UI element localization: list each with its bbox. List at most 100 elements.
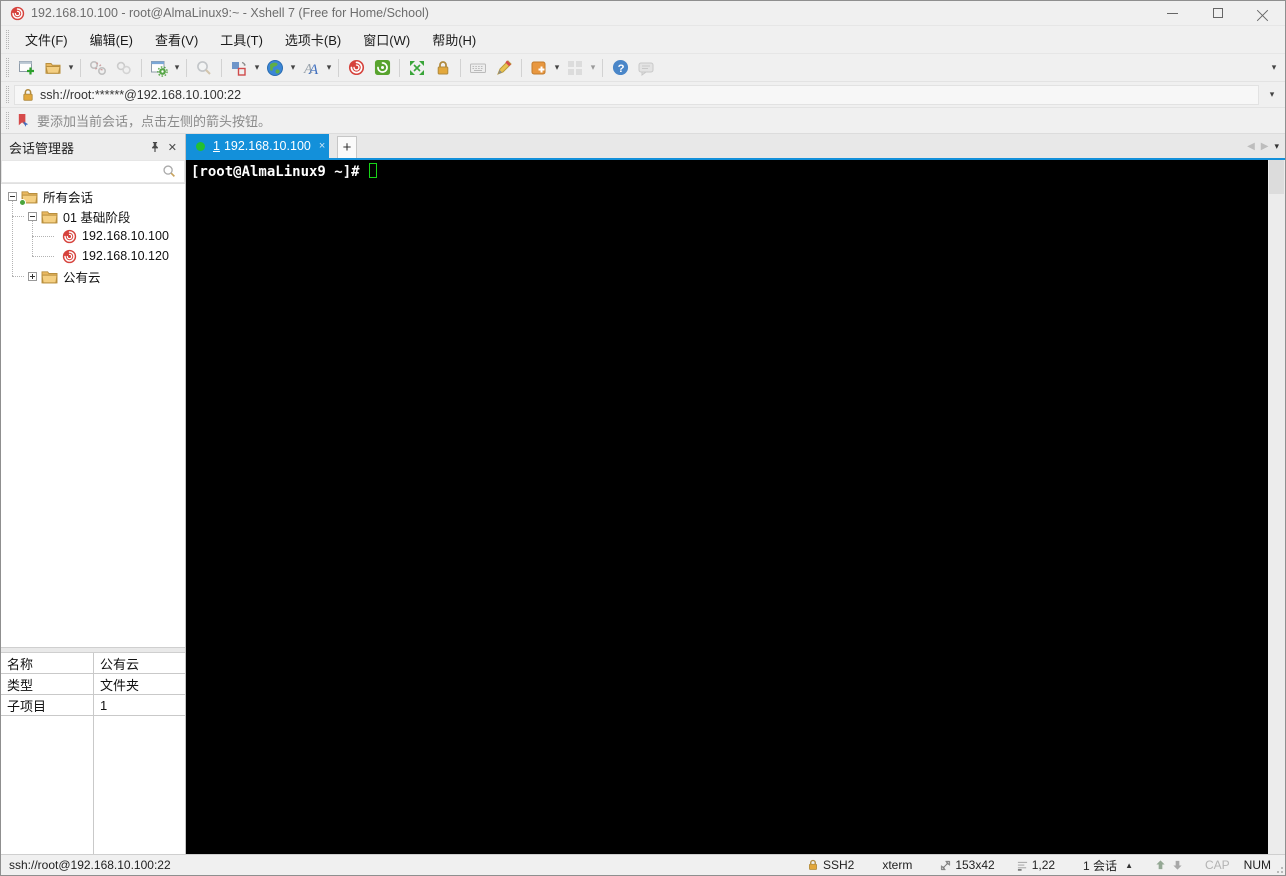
open-dropdown[interactable]: ▾ (66, 62, 76, 73)
minimize-button[interactable] (1150, 1, 1195, 25)
address-bar: ssh://root:******@192.168.10.100:22 ▾ (1, 81, 1285, 107)
tab-scroll-left-icon[interactable]: ◀ (1247, 141, 1255, 152)
xshell-logo-icon (10, 6, 25, 21)
menu-bar: 文件(F) 编辑(E) 查看(V) 工具(T) 选项卡(B) 窗口(W) 帮助(… (1, 25, 1285, 53)
fullscreen-button[interactable] (404, 56, 430, 80)
compose-button[interactable] (491, 56, 517, 80)
status-bar: ssh://root@192.168.10.100:22 SSH2 xterm … (1, 854, 1285, 875)
session-list-icon[interactable]: ▲ (1125, 861, 1133, 870)
collapse-icon[interactable] (8, 191, 17, 201)
menu-window[interactable]: 窗口(W) (352, 26, 421, 53)
status-session-count[interactable]: 1 会话 ▲ (1083, 857, 1133, 874)
new-session-button[interactable] (14, 56, 40, 80)
new-tab-plus-button[interactable]: + (337, 136, 357, 158)
main-area: 会话管理器 ✕ 所有会话 01 基础阶段 192.168.10.100 192.… (1, 133, 1285, 854)
expand-icon[interactable] (28, 271, 37, 281)
feedback-button[interactable] (633, 56, 659, 80)
session-manager-title: 会话管理器 (9, 140, 75, 156)
web-button[interactable] (262, 56, 288, 80)
web-dropdown[interactable]: ▾ (288, 62, 298, 73)
help-button[interactable]: ? (607, 56, 633, 80)
new-session-icon (19, 60, 34, 74)
status-lock-icon (808, 859, 817, 870)
font-dropdown[interactable]: ▾ (324, 62, 334, 73)
new-tab-dropdown[interactable]: ▾ (552, 62, 562, 73)
lock-icon (437, 60, 449, 74)
tree-item-session-100[interactable]: 192.168.10.100 (1, 226, 185, 246)
tab-list-dropdown-icon[interactable]: ▾ (1274, 141, 1279, 152)
reconnect-button[interactable] (111, 56, 137, 80)
xshell-icon (348, 59, 364, 76)
menu-help[interactable]: 帮助(H) (421, 26, 487, 53)
status-terminal-type[interactable]: xterm (882, 858, 912, 872)
menu-edit[interactable]: 编辑(E) (79, 26, 144, 53)
maximize-button[interactable] (1195, 1, 1240, 25)
tab-192-168-10-100[interactable]: 1 192.168.10.100 × (186, 134, 329, 158)
search-icon[interactable] (162, 164, 177, 179)
toolbar-overflow[interactable]: ▾ (1269, 62, 1279, 73)
scroll-down-button[interactable] (1172, 859, 1183, 871)
pin-icon[interactable] (150, 141, 160, 153)
notifbar-grip[interactable] (6, 111, 9, 130)
scroll-up-button[interactable] (1155, 859, 1166, 871)
panel-close-icon[interactable]: ✕ (168, 141, 177, 154)
terminal-content: 1 192.168.10.100 × + ◀ ▶ ▾ [root@AlmaLin… (186, 134, 1285, 854)
help-icon: ? (612, 59, 628, 76)
new-tab-button[interactable] (526, 56, 552, 80)
scroll-down-icon (1173, 860, 1182, 870)
layout-button[interactable] (226, 56, 252, 80)
menubar-grip[interactable] (6, 30, 9, 49)
web-globe-icon (267, 59, 283, 76)
tab-scroll-right-icon[interactable]: ▶ (1261, 141, 1269, 152)
tile-icon (568, 60, 582, 75)
tree-item-all-sessions[interactable]: 所有会话 (1, 186, 185, 206)
search-input[interactable] (1, 160, 185, 183)
toolbar-grip[interactable] (6, 58, 9, 77)
layout-dropdown[interactable]: ▾ (252, 62, 262, 73)
svg-text:A: A (308, 62, 319, 77)
menu-view[interactable]: 查看(V) (144, 26, 209, 53)
properties-table: 名称 公有云 类型 文件夹 子项目 1 (1, 653, 185, 854)
find-button[interactable] (191, 56, 217, 80)
terminal-scrollbar[interactable] (1268, 160, 1285, 854)
notification-bar: 要添加当前会话，点击左侧的箭头按钮。 (1, 107, 1285, 133)
collapse-icon[interactable] (28, 211, 37, 221)
close-button[interactable] (1240, 1, 1285, 25)
layout-icon (232, 61, 246, 76)
xshell-button[interactable] (343, 56, 369, 80)
tile-dropdown[interactable]: ▾ (588, 62, 598, 73)
compose-pen-icon (497, 59, 512, 75)
session-icon (62, 229, 77, 244)
tab-close-icon[interactable]: × (311, 140, 325, 152)
tile-button[interactable] (562, 56, 588, 80)
menu-file[interactable]: 文件(F) (14, 26, 79, 53)
find-icon (197, 60, 211, 75)
tree-item-folder-cloud[interactable]: 公有云 (1, 266, 185, 286)
session-icon (62, 249, 77, 264)
status-url: ssh://root@192.168.10.100:22 (9, 858, 171, 872)
menu-tools[interactable]: 工具(T) (209, 26, 274, 53)
addressbar-grip[interactable] (6, 85, 9, 104)
xshell-window: 192.168.10.100 - root@AlmaLinux9:~ - Xsh… (0, 0, 1286, 876)
session-properties-button[interactable] (146, 56, 172, 80)
resize-grip[interactable] (1275, 865, 1283, 873)
address-field[interactable]: ssh://root:******@192.168.10.100:22 (14, 84, 1259, 105)
properties-dropdown[interactable]: ▾ (172, 62, 182, 73)
menu-tab[interactable]: 选项卡(B) (274, 26, 352, 53)
scrollbar-thumb[interactable] (1269, 160, 1284, 194)
disconnect-button[interactable] (85, 56, 111, 80)
terminal-screen[interactable]: [root@AlmaLinux9 ~]# (186, 160, 1268, 854)
title-bar: 192.168.10.100 - root@AlmaLinux9:~ - Xsh… (1, 1, 1285, 25)
virtual-keyboard-button[interactable] (465, 56, 491, 80)
tree-item-session-120[interactable]: 192.168.10.120 (1, 246, 185, 266)
virtual-keyboard-icon (470, 63, 486, 73)
root-folder-icon (19, 189, 38, 206)
xftp-button[interactable] (369, 56, 395, 80)
open-button[interactable] (40, 56, 66, 80)
address-dropdown[interactable]: ▾ (1267, 89, 1277, 100)
lock-button[interactable] (430, 56, 456, 80)
font-button[interactable]: A A (298, 56, 324, 80)
tree-item-folder-01[interactable]: 01 基础阶段 (1, 206, 185, 226)
svg-text:?: ? (617, 63, 624, 75)
status-num-lock: NUM (1243, 858, 1271, 872)
